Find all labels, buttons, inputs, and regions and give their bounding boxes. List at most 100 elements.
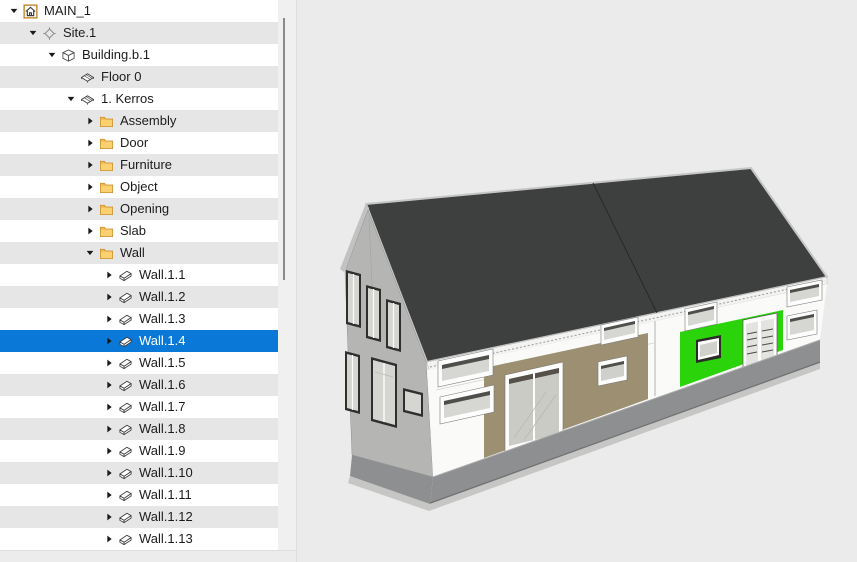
tree-item-wall[interactable]: Wall — [0, 242, 278, 264]
tree-item-building-b-1[interactable]: Building.b.1 — [0, 44, 278, 66]
tree-item-wall-1-12[interactable]: Wall.1.12 — [0, 506, 278, 528]
collapse-arrow-icon[interactable] — [101, 356, 116, 370]
expand-arrow-icon[interactable] — [63, 92, 78, 106]
wall-icon — [116, 355, 135, 371]
gable-window[interactable] — [386, 299, 401, 352]
horizontal-scrollbar[interactable] — [0, 550, 296, 562]
collapse-arrow-icon[interactable] — [101, 488, 116, 502]
tree-item-label: Door — [120, 132, 148, 154]
tree-item-wall-1-5[interactable]: Wall.1.5 — [0, 352, 278, 374]
collapse-arrow-icon[interactable] — [101, 422, 116, 436]
collapse-arrow-icon[interactable] — [101, 378, 116, 392]
tree-item-wall-1-13[interactable]: Wall.1.13 — [0, 528, 278, 550]
tree-item-label: Floor 0 — [101, 66, 141, 88]
tree-item-label: Site.1 — [63, 22, 96, 44]
expand-arrow-icon[interactable] — [44, 48, 59, 62]
collapse-arrow-icon[interactable] — [82, 180, 97, 194]
tree-item-label: Wall.1.4 — [139, 330, 185, 352]
tree-item-wall-1-6[interactable]: Wall.1.6 — [0, 374, 278, 396]
3d-viewport[interactable] — [296, 0, 857, 562]
folder-icon — [97, 223, 116, 239]
tree-item-label: 1. Kerros — [101, 88, 154, 110]
collapse-arrow-icon[interactable] — [101, 312, 116, 326]
expand-arrow-icon[interactable] — [82, 246, 97, 260]
tree-item-wall-1-8[interactable]: Wall.1.8 — [0, 418, 278, 440]
tree-item-main-1[interactable]: MAIN_1 — [0, 0, 278, 22]
collapse-arrow-icon[interactable] — [101, 510, 116, 524]
folder-icon — [97, 201, 116, 217]
site-icon — [40, 25, 59, 41]
tree-item-label: Wall.1.12 — [139, 506, 193, 528]
expand-arrow-icon[interactable] — [6, 4, 21, 18]
application-window: MAIN_1Site.1Building.b.1Floor 01. Kerros… — [0, 0, 857, 562]
wall-icon — [116, 267, 135, 283]
collapse-arrow-icon[interactable] — [101, 444, 116, 458]
collapse-arrow-icon[interactable] — [101, 466, 116, 480]
tree-item-label: Wall.1.5 — [139, 352, 185, 374]
tree-item-label: Slab — [120, 220, 146, 242]
wall-icon — [116, 333, 135, 349]
tree-item-floor-0[interactable]: Floor 0 — [0, 66, 278, 88]
gable-window[interactable] — [366, 285, 381, 342]
tree-item-wall-1-10[interactable]: Wall.1.10 — [0, 462, 278, 484]
wall-icon — [116, 509, 135, 525]
collapse-arrow-icon[interactable] — [101, 400, 116, 414]
tree-item-label: Wall.1.3 — [139, 308, 185, 330]
collapse-arrow-icon[interactable] — [82, 114, 97, 128]
gable-glazed-door[interactable] — [371, 357, 397, 428]
tree-item-door[interactable]: Door — [0, 132, 278, 154]
folder-icon — [97, 113, 116, 129]
tree-item-wall-1-2[interactable]: Wall.1.2 — [0, 286, 278, 308]
collapse-arrow-icon[interactable] — [82, 224, 97, 238]
tree-item-wall-1-11[interactable]: Wall.1.11 — [0, 484, 278, 506]
tree-item-label: Wall.1.7 — [139, 396, 185, 418]
tree-item-label: Wall.1.10 — [139, 462, 193, 484]
tree-item-opening[interactable]: Opening — [0, 198, 278, 220]
3d-scene-canvas[interactable] — [296, 0, 857, 562]
tree-item-label: Furniture — [120, 154, 172, 176]
tree-item-wall-1-9[interactable]: Wall.1.9 — [0, 440, 278, 462]
wall-icon — [116, 377, 135, 393]
tree-item-slab[interactable]: Slab — [0, 220, 278, 242]
collapse-arrow-icon[interactable] — [82, 158, 97, 172]
collapse-arrow-icon[interactable] — [101, 290, 116, 304]
gable-window[interactable] — [346, 270, 361, 328]
tree-item-assembly[interactable]: Assembly — [0, 110, 278, 132]
tree-item-furniture[interactable]: Furniture — [0, 154, 278, 176]
wall-icon — [116, 421, 135, 437]
tree-item-label: Wall.1.1 — [139, 264, 185, 286]
collapse-arrow-icon[interactable] — [101, 532, 116, 546]
collapse-arrow-icon[interactable] — [101, 268, 116, 282]
tree-item-label: Wall — [120, 242, 145, 264]
folder-icon — [97, 245, 116, 261]
expand-arrow-icon[interactable] — [25, 26, 40, 40]
collapse-arrow-icon[interactable] — [82, 136, 97, 150]
gable-window[interactable] — [403, 388, 423, 417]
wall-icon — [116, 289, 135, 305]
building-3d-model[interactable] — [340, 168, 827, 511]
collapse-arrow-icon[interactable] — [82, 202, 97, 216]
arrow-spacer — [63, 70, 78, 84]
wall-icon — [116, 311, 135, 327]
tree-item-label: Wall.1.8 — [139, 418, 185, 440]
tree-item-label: Wall.1.6 — [139, 374, 185, 396]
vertical-scrollbar-thumb[interactable] — [283, 18, 285, 280]
collapse-arrow-icon[interactable] — [101, 334, 116, 348]
floor-icon — [78, 69, 97, 85]
vertical-scrollbar[interactable] — [278, 0, 296, 550]
tree-item-wall-1-7[interactable]: Wall.1.7 — [0, 396, 278, 418]
tree-item-label: Wall.1.9 — [139, 440, 185, 462]
tree-item-wall-1-1[interactable]: Wall.1.1 — [0, 264, 278, 286]
tree-item-site-1[interactable]: Site.1 — [0, 22, 278, 44]
tree-item-label: Object — [120, 176, 158, 198]
model-tree-panel: MAIN_1Site.1Building.b.1Floor 01. Kerros… — [0, 0, 278, 550]
floor-icon — [78, 91, 97, 107]
tree-item-wall-1-3[interactable]: Wall.1.3 — [0, 308, 278, 330]
tree-item-label: Wall.1.2 — [139, 286, 185, 308]
tree-item-1-kerros[interactable]: 1. Kerros — [0, 88, 278, 110]
tree-item-object[interactable]: Object — [0, 176, 278, 198]
wall-icon — [116, 443, 135, 459]
wall-icon — [116, 399, 135, 415]
gable-window[interactable] — [345, 351, 360, 414]
tree-item-wall-1-4[interactable]: Wall.1.4 — [0, 330, 278, 352]
